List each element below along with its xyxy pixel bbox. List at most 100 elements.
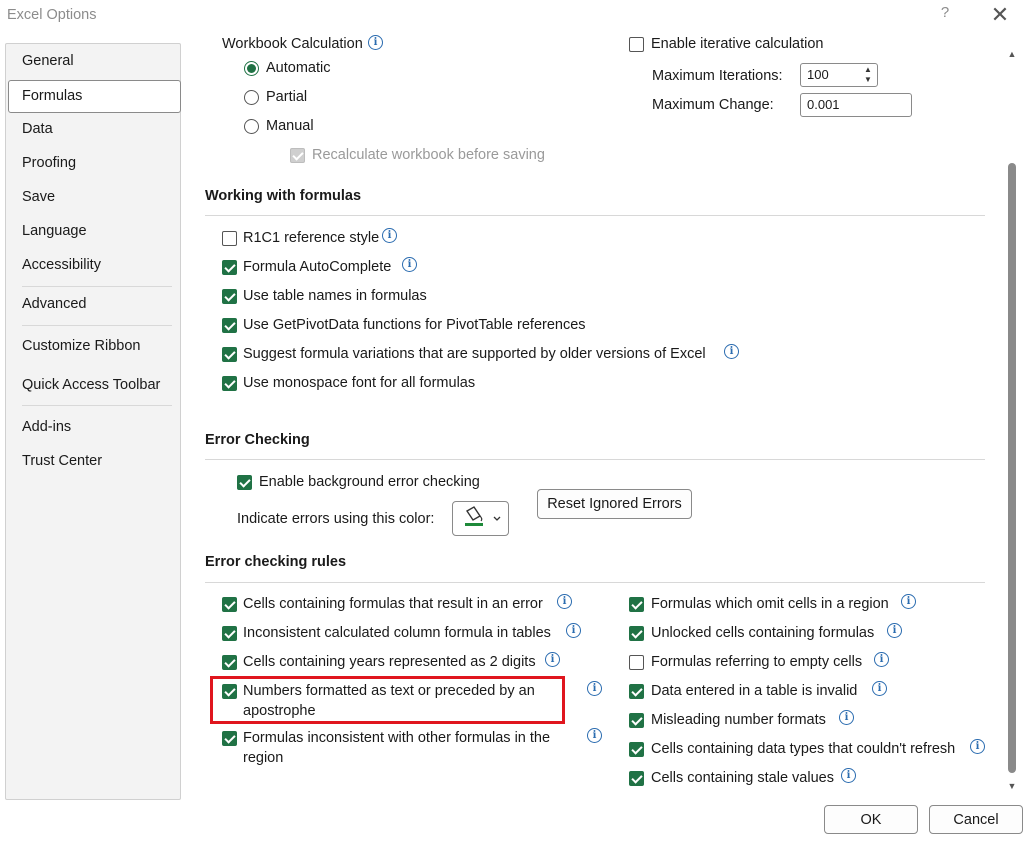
info-icon[interactable]: i [874,652,889,667]
info-icon[interactable]: i [839,710,854,725]
rule-label: Unlocked cells containing formulas [651,625,875,641]
info-icon[interactable]: i [382,228,397,243]
sidebar-item-formulas[interactable]: Formulas [22,88,82,104]
suggest-variations-checkbox[interactable] [222,347,237,362]
scroll-up-icon[interactable]: ▲ [1006,49,1018,59]
automatic-label: Automatic [266,60,331,76]
sidebar-item-add-ins[interactable]: Add-ins [22,419,71,435]
help-button[interactable]: ? [936,4,954,26]
suggest-variations-label: Suggest formula variations that are supp… [243,346,706,362]
info-icon[interactable]: i [724,344,739,359]
rule-checkbox[interactable] [222,597,237,612]
rule-checkbox[interactable] [629,771,644,786]
info-icon[interactable]: i [368,35,383,50]
partial-radio[interactable] [244,90,259,105]
info-icon[interactable]: i [557,594,572,609]
info-icon[interactable]: i [587,728,602,743]
rule-label: Cells containing formulas that result in… [243,596,543,612]
rule-checkbox[interactable] [629,713,644,728]
window-title: Excel Options [7,7,97,23]
iterative-label: Enable iterative calculation [651,36,824,52]
rule-checkbox[interactable] [222,731,237,746]
max-iterations-input[interactable]: 100 ▲ ▼ [800,63,878,87]
getpivotdata-label: Use GetPivotData functions for PivotTabl… [243,317,586,333]
section-heading: Error checking rules [205,554,347,570]
section-heading: Error Checking [205,432,310,448]
rule-checkbox[interactable] [222,626,237,641]
options-content: Workbook Calculation i Automatic Partial… [190,30,1005,800]
section-divider [205,459,985,460]
section-divider [205,215,985,216]
rule-checkbox[interactable] [629,684,644,699]
recalculate-checkbox[interactable] [290,148,305,163]
manual-radio[interactable] [244,119,259,134]
r1c1-label: R1C1 reference style [243,230,380,246]
manual-label: Manual [266,118,314,134]
vertical-scrollbar[interactable]: ▲ ▼ [1004,43,1020,800]
background-error-label: Enable background error checking [259,474,480,490]
indicate-color-label: Indicate errors using this color: [237,511,435,527]
getpivotdata-checkbox[interactable] [222,318,237,333]
close-button[interactable]: ✕ [986,2,1014,28]
info-icon[interactable]: i [841,768,856,783]
rule-label: Misleading number formats [651,712,826,728]
scrollbar-thumb[interactable] [1008,163,1016,773]
monospace-label: Use monospace font for all formulas [243,375,476,391]
info-icon[interactable]: i [566,623,581,638]
sidebar-item-data[interactable]: Data [22,121,53,137]
info-icon[interactable]: i [872,681,887,696]
rule-label: Cells containing stale values [651,770,834,786]
workbook-calculation-label: Workbook Calculation [222,36,363,52]
rule-label: Formulas which omit cells in a region [651,596,889,612]
info-icon[interactable]: i [887,623,902,638]
rule-label: Cells containing data types that couldn'… [651,741,956,757]
rule-checkbox[interactable] [629,597,644,612]
rule-checkbox[interactable] [629,655,644,670]
autocomplete-checkbox[interactable] [222,260,237,275]
max-iterations-label: Maximum Iterations: [652,68,783,84]
partial-label: Partial [266,89,308,105]
info-icon[interactable]: i [545,652,560,667]
ok-button[interactable]: OK [824,805,918,834]
spinner-icon[interactable]: ▲ ▼ [862,65,874,85]
scroll-down-icon[interactable]: ▼ [1006,781,1018,791]
sidebar-item-quick-access-toolbar[interactable]: Quick Access Toolbar [22,377,160,393]
info-icon[interactable]: i [402,257,417,272]
sidebar-item-save[interactable]: Save [22,189,55,205]
highlight-annotation [210,676,565,724]
rule-checkbox[interactable] [629,626,644,641]
sidebar-item-trust-center[interactable]: Trust Center [22,453,102,469]
paint-bucket-icon [465,506,501,526]
section-heading: Working with formulas [205,188,362,204]
sidebar-item-language[interactable]: Language [22,223,87,239]
recalculate-label: Recalculate workbook before saving [312,147,545,163]
rule-checkbox[interactable] [629,742,644,757]
monospace-checkbox[interactable] [222,376,237,391]
table-names-label: Use table names in formulas [243,288,427,304]
rule-label-continued: region [243,750,284,766]
info-icon[interactable]: i [901,594,916,609]
sidebar-item-general[interactable]: General [22,53,74,69]
rule-label: Data entered in a table is invalid [651,683,858,699]
background-error-checkbox[interactable] [237,475,252,490]
reset-ignored-errors-button[interactable]: Reset Ignored Errors [537,489,692,519]
sidebar-item-advanced[interactable]: Advanced [22,296,87,312]
info-icon[interactable]: i [587,681,602,696]
r1c1-checkbox[interactable] [222,231,237,246]
table-names-checkbox[interactable] [222,289,237,304]
max-change-input[interactable]: 0.001 [800,93,912,117]
iterative-checkbox[interactable] [629,37,644,52]
sidebar-divider [22,405,172,406]
rule-label: Cells containing years represented as 2 … [243,654,536,670]
sidebar-item-accessibility[interactable]: Accessibility [22,257,101,273]
sidebar-item-customize-ribbon[interactable]: Customize Ribbon [22,338,140,354]
cancel-button[interactable]: Cancel [929,805,1023,834]
section-divider [205,582,985,583]
info-icon[interactable]: i [970,739,985,754]
error-color-picker[interactable] [452,501,509,536]
automatic-radio[interactable] [244,61,259,76]
rule-label: Formulas referring to empty cells [651,654,863,670]
sidebar-item-proofing[interactable]: Proofing [22,155,76,171]
rule-checkbox[interactable] [222,655,237,670]
max-iterations-value: 100 [807,67,829,82]
